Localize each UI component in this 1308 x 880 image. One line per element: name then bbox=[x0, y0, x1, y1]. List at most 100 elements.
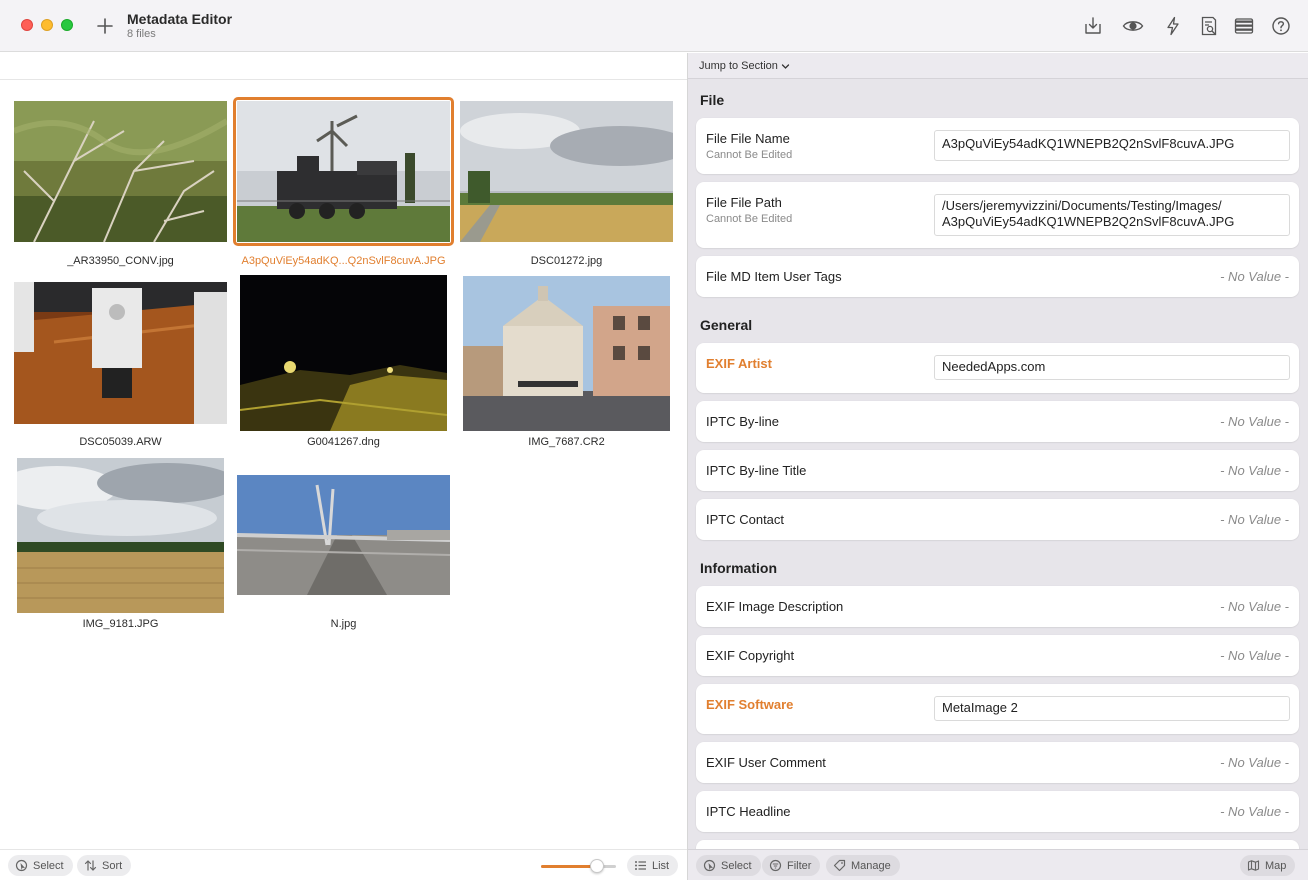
field-row-file-path: File File Path Cannot Be Edited /Users/j… bbox=[696, 182, 1299, 248]
inspect-document-icon bbox=[1201, 16, 1217, 36]
field-label: File MD Item User Tags bbox=[706, 269, 842, 284]
field-row-exif-artist: EXIF Artist NeededApps.com bbox=[696, 343, 1299, 393]
field-label: EXIF User Comment bbox=[706, 755, 826, 770]
metadata-inspector-pane: Jump to Section File File File Name Cann… bbox=[688, 53, 1308, 880]
field-label: File File Path bbox=[706, 195, 782, 210]
add-files-button[interactable] bbox=[94, 15, 116, 37]
file-path-line-2: A3pQuViEy54adKQ1WNEPB2Q2nSvlF8cuvA.JPG bbox=[942, 214, 1235, 229]
thumbnail-image[interactable] bbox=[237, 475, 450, 595]
no-value-placeholder: - No Value - bbox=[1220, 414, 1289, 429]
no-value-placeholder: - No Value - bbox=[1220, 463, 1289, 478]
lightning-icon bbox=[1167, 16, 1179, 36]
manage-label: Manage bbox=[851, 859, 891, 872]
section-title-file: File bbox=[700, 92, 725, 108]
plus-icon bbox=[97, 18, 113, 34]
field-row-image-description[interactable]: EXIF Image Description - No Value - bbox=[696, 586, 1299, 627]
manage-button[interactable]: Manage bbox=[826, 855, 900, 876]
columns-button[interactable] bbox=[1233, 15, 1255, 37]
field-label: IPTC Headline bbox=[706, 804, 791, 819]
list-view-button[interactable]: List bbox=[627, 855, 679, 876]
map-label: Map bbox=[1265, 859, 1287, 872]
thumbnail-image[interactable] bbox=[237, 101, 450, 242]
thumbnail-image[interactable] bbox=[460, 101, 673, 242]
no-value-placeholder: - No Value - bbox=[1220, 804, 1289, 819]
list-icon bbox=[635, 861, 646, 870]
export-icon bbox=[1085, 17, 1101, 34]
thumbnail-image[interactable] bbox=[14, 282, 227, 424]
no-value-placeholder: - No Value - bbox=[1220, 599, 1289, 614]
file-name-label: IMG_7687.CR2 bbox=[528, 436, 605, 448]
exif-software-input[interactable]: MetaImage 2 bbox=[934, 696, 1290, 721]
thumbnail-size-slider-fill bbox=[541, 865, 597, 868]
map-icon bbox=[1247, 860, 1260, 871]
inspect-button[interactable] bbox=[1198, 15, 1220, 37]
map-button[interactable]: Map bbox=[1240, 855, 1296, 876]
file-name-label: DSC01272.jpg bbox=[530, 255, 603, 267]
exif-artist-input[interactable]: NeededApps.com bbox=[934, 355, 1290, 380]
field-row-iptc-byline-title[interactable]: IPTC By-line Title - No Value - bbox=[696, 450, 1299, 491]
columns-icon bbox=[1234, 18, 1254, 34]
thumbnail-image[interactable] bbox=[463, 276, 670, 431]
tag-icon bbox=[833, 859, 846, 872]
jump-to-section-menu[interactable]: Jump to Section bbox=[699, 60, 790, 72]
no-value-placeholder: - No Value - bbox=[1220, 512, 1289, 527]
thumbnail-size-slider-knob[interactable] bbox=[590, 859, 604, 873]
field-row-iptc-headline[interactable]: IPTC Headline - No Value - bbox=[696, 791, 1299, 832]
field-label-edited: EXIF Software bbox=[706, 697, 794, 712]
select-label: Select bbox=[33, 859, 64, 872]
field-label: EXIF Image Description bbox=[706, 599, 844, 614]
file-name-label: N.jpg bbox=[330, 618, 357, 630]
quick-actions-button[interactable] bbox=[1162, 15, 1184, 37]
list-label: List bbox=[652, 859, 670, 872]
image-grid-pane: _AR33950_CONV.jpg A3pQuViEy54adKQ...Q2nS… bbox=[0, 53, 687, 880]
sort-button[interactable]: Sort bbox=[77, 855, 132, 876]
sort-arrows-icon bbox=[84, 860, 97, 871]
window-title: Metadata Editor bbox=[127, 11, 233, 27]
file-path-value-field[interactable]: /Users/jeremyvizzini/Documents/Testing/I… bbox=[934, 194, 1290, 236]
sort-label: Sort bbox=[102, 859, 123, 872]
field-row-exif-software: EXIF Software MetaImage 2 bbox=[696, 684, 1299, 734]
field-label: IPTC By-line Title bbox=[706, 463, 807, 478]
help-button[interactable] bbox=[1270, 15, 1292, 37]
export-button[interactable] bbox=[1082, 15, 1104, 37]
field-row-exif-copyright[interactable]: EXIF Copyright - No Value - bbox=[696, 635, 1299, 676]
field-label: File File Name bbox=[706, 131, 790, 146]
field-label: IPTC By-line bbox=[706, 414, 779, 429]
file-path-line-1: /Users/jeremyvizzini/Documents/Testing/I… bbox=[942, 198, 1222, 213]
field-label-edited: EXIF Artist bbox=[706, 356, 772, 371]
file-name-value-field[interactable]: A3pQuViEy54adKQ1WNEPB2Q2nSvlF8cuvA.JPG bbox=[934, 130, 1290, 161]
field-row-user-comment[interactable]: EXIF User Comment - No Value - bbox=[696, 742, 1299, 783]
jump-to-section-label: Jump to Section bbox=[699, 60, 778, 72]
field-row-partial bbox=[696, 840, 1299, 849]
preview-button[interactable] bbox=[1122, 15, 1144, 37]
select-button[interactable]: Select bbox=[8, 855, 73, 876]
filter-button[interactable]: Filter bbox=[762, 855, 821, 876]
select-label: Select bbox=[721, 859, 752, 872]
app-window: Metadata Editor 8 files _AR33950_CONV.jp… bbox=[0, 0, 1308, 880]
thumbnail-image[interactable] bbox=[240, 275, 447, 431]
inspector-select-button[interactable]: Select bbox=[696, 855, 761, 876]
no-value-placeholder: - No Value - bbox=[1220, 269, 1289, 284]
title-bar: Metadata Editor 8 files bbox=[0, 0, 1308, 52]
file-name-label: _AR33950_CONV.jpg bbox=[67, 255, 174, 267]
file-name-label: G0041267.dng bbox=[307, 436, 380, 448]
field-row-iptc-contact[interactable]: IPTC Contact - No Value - bbox=[696, 499, 1299, 540]
field-sublabel: Cannot Be Edited bbox=[706, 149, 793, 161]
filter-icon bbox=[769, 859, 782, 872]
section-title-general: General bbox=[700, 317, 753, 333]
field-row-user-tags[interactable]: File MD Item User Tags - No Value - bbox=[696, 256, 1299, 297]
zoom-window-button[interactable] bbox=[61, 19, 73, 31]
help-icon bbox=[1272, 17, 1290, 35]
file-name-label: IMG_9181.JPG bbox=[82, 618, 159, 630]
no-value-placeholder: - No Value - bbox=[1220, 755, 1289, 770]
field-row-iptc-byline[interactable]: IPTC By-line - No Value - bbox=[696, 401, 1299, 442]
file-count: 8 files bbox=[127, 28, 156, 40]
field-label: EXIF Copyright bbox=[706, 648, 795, 663]
thumbnail-image[interactable] bbox=[17, 458, 224, 613]
filter-label: Filter bbox=[787, 859, 812, 872]
select-cursor-icon bbox=[15, 859, 28, 872]
thumbnail-image[interactable] bbox=[14, 101, 227, 242]
close-window-button[interactable] bbox=[21, 19, 33, 31]
grid-footer-bar: Select Sort List bbox=[0, 849, 687, 880]
minimize-window-button[interactable] bbox=[41, 19, 53, 31]
